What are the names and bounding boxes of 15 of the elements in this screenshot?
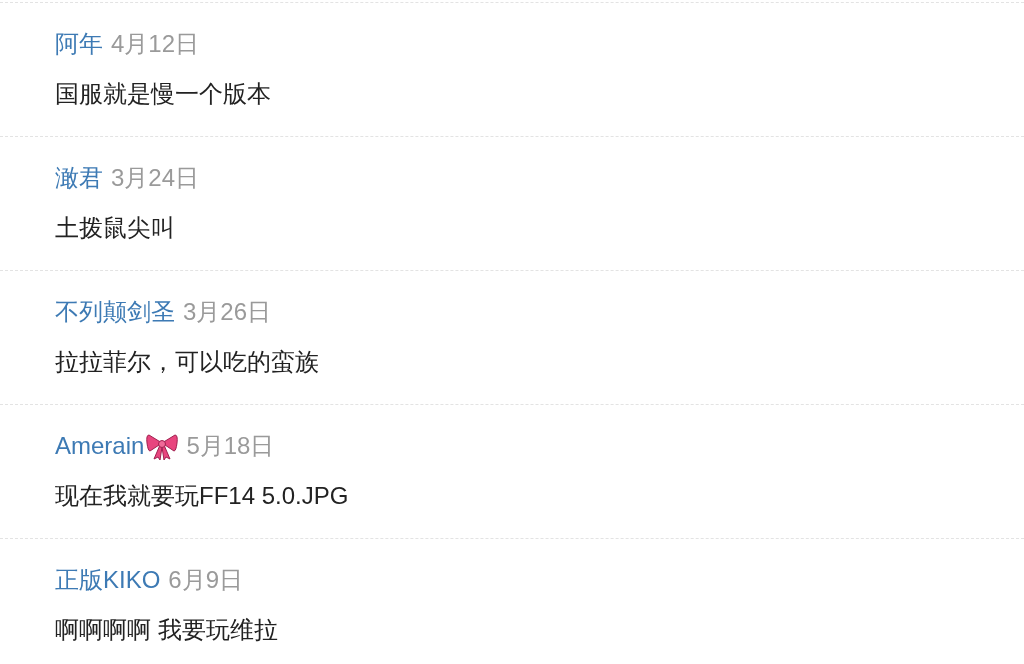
username[interactable]: 正版KIKO [55,562,161,598]
comment-date: 3月26日 [183,297,272,327]
comment-text: 啊啊啊啊 我要玩维拉 [55,615,278,645]
username[interactable]: 不列颠剑圣 [55,294,175,330]
comment-date: 3月24日 [111,163,200,193]
comment-text: 拉拉菲尔，可以吃的蛮族 [55,347,319,377]
username[interactable]: 阿年 [55,26,103,62]
comment-date: 5月18日 [186,431,275,461]
username[interactable]: Amerain [55,428,145,464]
username[interactable]: 澉君 [55,160,103,196]
comment-text: 土拨鼠尖叫 [55,213,175,243]
comment-date: 6月9日 [168,565,244,595]
comment-text: 现在我就要玩FF14 5.0.JPG [55,481,349,511]
comment-date: 4月12日 [111,29,200,59]
comment-text: 国服就是慢一个版本 [55,79,271,109]
